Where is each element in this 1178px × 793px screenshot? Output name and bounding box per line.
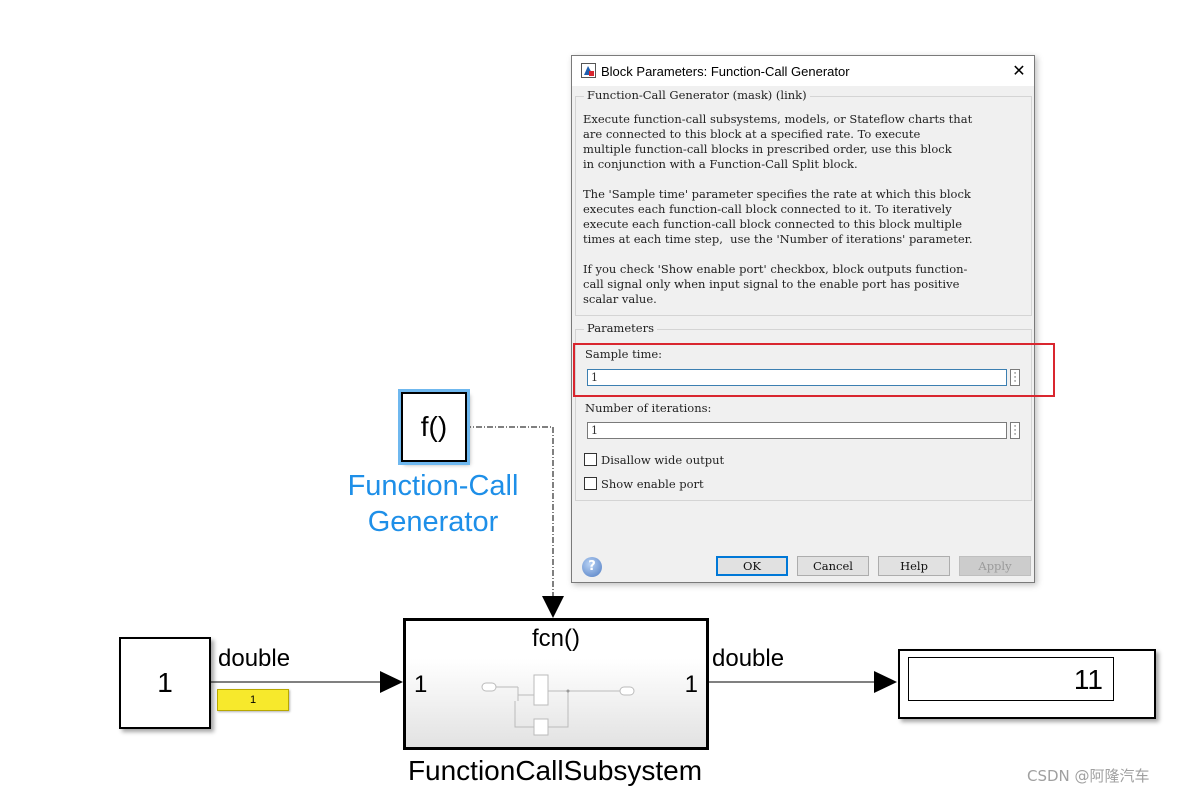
description-line: executes each function-call block connec… bbox=[583, 202, 952, 216]
function-call-generator-name[interactable]: Function-Call Generator bbox=[330, 468, 536, 540]
dialog-titlebar[interactable]: Block Parameters: Function-Call Generato… bbox=[572, 56, 1034, 86]
num-iterations-label: Number of iterations: bbox=[585, 401, 712, 415]
fcg-name-line2: Generator bbox=[367, 506, 499, 538]
constant-value: 1 bbox=[157, 667, 173, 698]
matlab-app-icon bbox=[581, 63, 596, 78]
function-call-subsystem-block[interactable]: fcn() 1 1 bbox=[403, 618, 709, 750]
description-line: If you check 'Show enable port' checkbox… bbox=[583, 262, 968, 276]
ok-button[interactable]: OK bbox=[716, 556, 788, 576]
display-block[interactable]: 11 bbox=[898, 649, 1156, 719]
function-call-glyph: f() bbox=[420, 411, 448, 442]
subsystem-preview-icon bbox=[481, 674, 635, 736]
num-iterations-input[interactable]: 1 bbox=[587, 422, 1007, 439]
description-line: are connected to this block at a specifi… bbox=[583, 127, 921, 141]
close-icon[interactable]: ✕ bbox=[1008, 60, 1030, 82]
show-enable-port-label: Show enable port bbox=[601, 477, 704, 491]
disallow-wide-output-checkbox[interactable] bbox=[584, 453, 597, 466]
port-value-display[interactable]: 1 bbox=[217, 689, 289, 711]
apply-button[interactable]: Apply bbox=[959, 556, 1031, 576]
disallow-wide-output-label: Disallow wide output bbox=[601, 453, 725, 467]
fcg-name-line1: Function-Call bbox=[347, 470, 519, 502]
mask-group-label: Function-Call Generator (mask) (link) bbox=[584, 88, 810, 102]
constant-block[interactable]: 1 bbox=[119, 637, 211, 729]
watermark: CSDN @阿隆汽车 bbox=[1027, 767, 1150, 785]
parameters-group-label: Parameters bbox=[584, 321, 657, 335]
subsystem-input-port-label: 1 bbox=[414, 671, 428, 698]
subsystem-name[interactable]: FunctionCallSubsystem bbox=[390, 755, 720, 787]
output-signal-type-label: double bbox=[712, 645, 785, 672]
subsystem-output-port-label: 1 bbox=[684, 671, 698, 698]
cancel-button[interactable]: Cancel bbox=[797, 556, 869, 576]
description-line: in conjunction with a Function-Call Spli… bbox=[583, 157, 858, 171]
description-line: times at each time step, use the 'Number… bbox=[583, 232, 973, 246]
output-signal-arrowhead bbox=[874, 671, 897, 693]
description-line: Execute function-call subsystems, models… bbox=[583, 112, 973, 126]
sample-time-highlight-box bbox=[573, 343, 1055, 397]
description-line: The 'Sample time' parameter specifies th… bbox=[583, 187, 971, 201]
description-line: multiple function-call blocks in prescri… bbox=[583, 142, 952, 156]
block-parameters-dialog: Block Parameters: Function-Call Generato… bbox=[571, 55, 1035, 583]
ellipsis-icon[interactable]: · · · bbox=[1010, 422, 1020, 440]
function-call-generator-block[interactable]: f() bbox=[401, 392, 467, 462]
display-readout: 11 bbox=[908, 657, 1114, 701]
help-button[interactable]: Help bbox=[878, 556, 950, 576]
input-signal-type-label: double bbox=[218, 645, 291, 672]
show-enable-port-checkbox[interactable] bbox=[584, 477, 597, 490]
display-value: 11 bbox=[1073, 664, 1103, 695]
help-icon[interactable]: ? bbox=[582, 557, 602, 577]
description-line: scalar value. bbox=[583, 292, 657, 306]
function-call-arrowhead bbox=[542, 596, 564, 618]
description-line: call signal only when input signal to th… bbox=[583, 277, 960, 291]
dialog-title: Block Parameters: Function-Call Generato… bbox=[601, 64, 850, 79]
subsystem-trigger-label: fcn() bbox=[532, 625, 580, 652]
input-signal-arrowhead bbox=[380, 671, 403, 693]
description-line: execute each function-call block connect… bbox=[583, 217, 963, 231]
